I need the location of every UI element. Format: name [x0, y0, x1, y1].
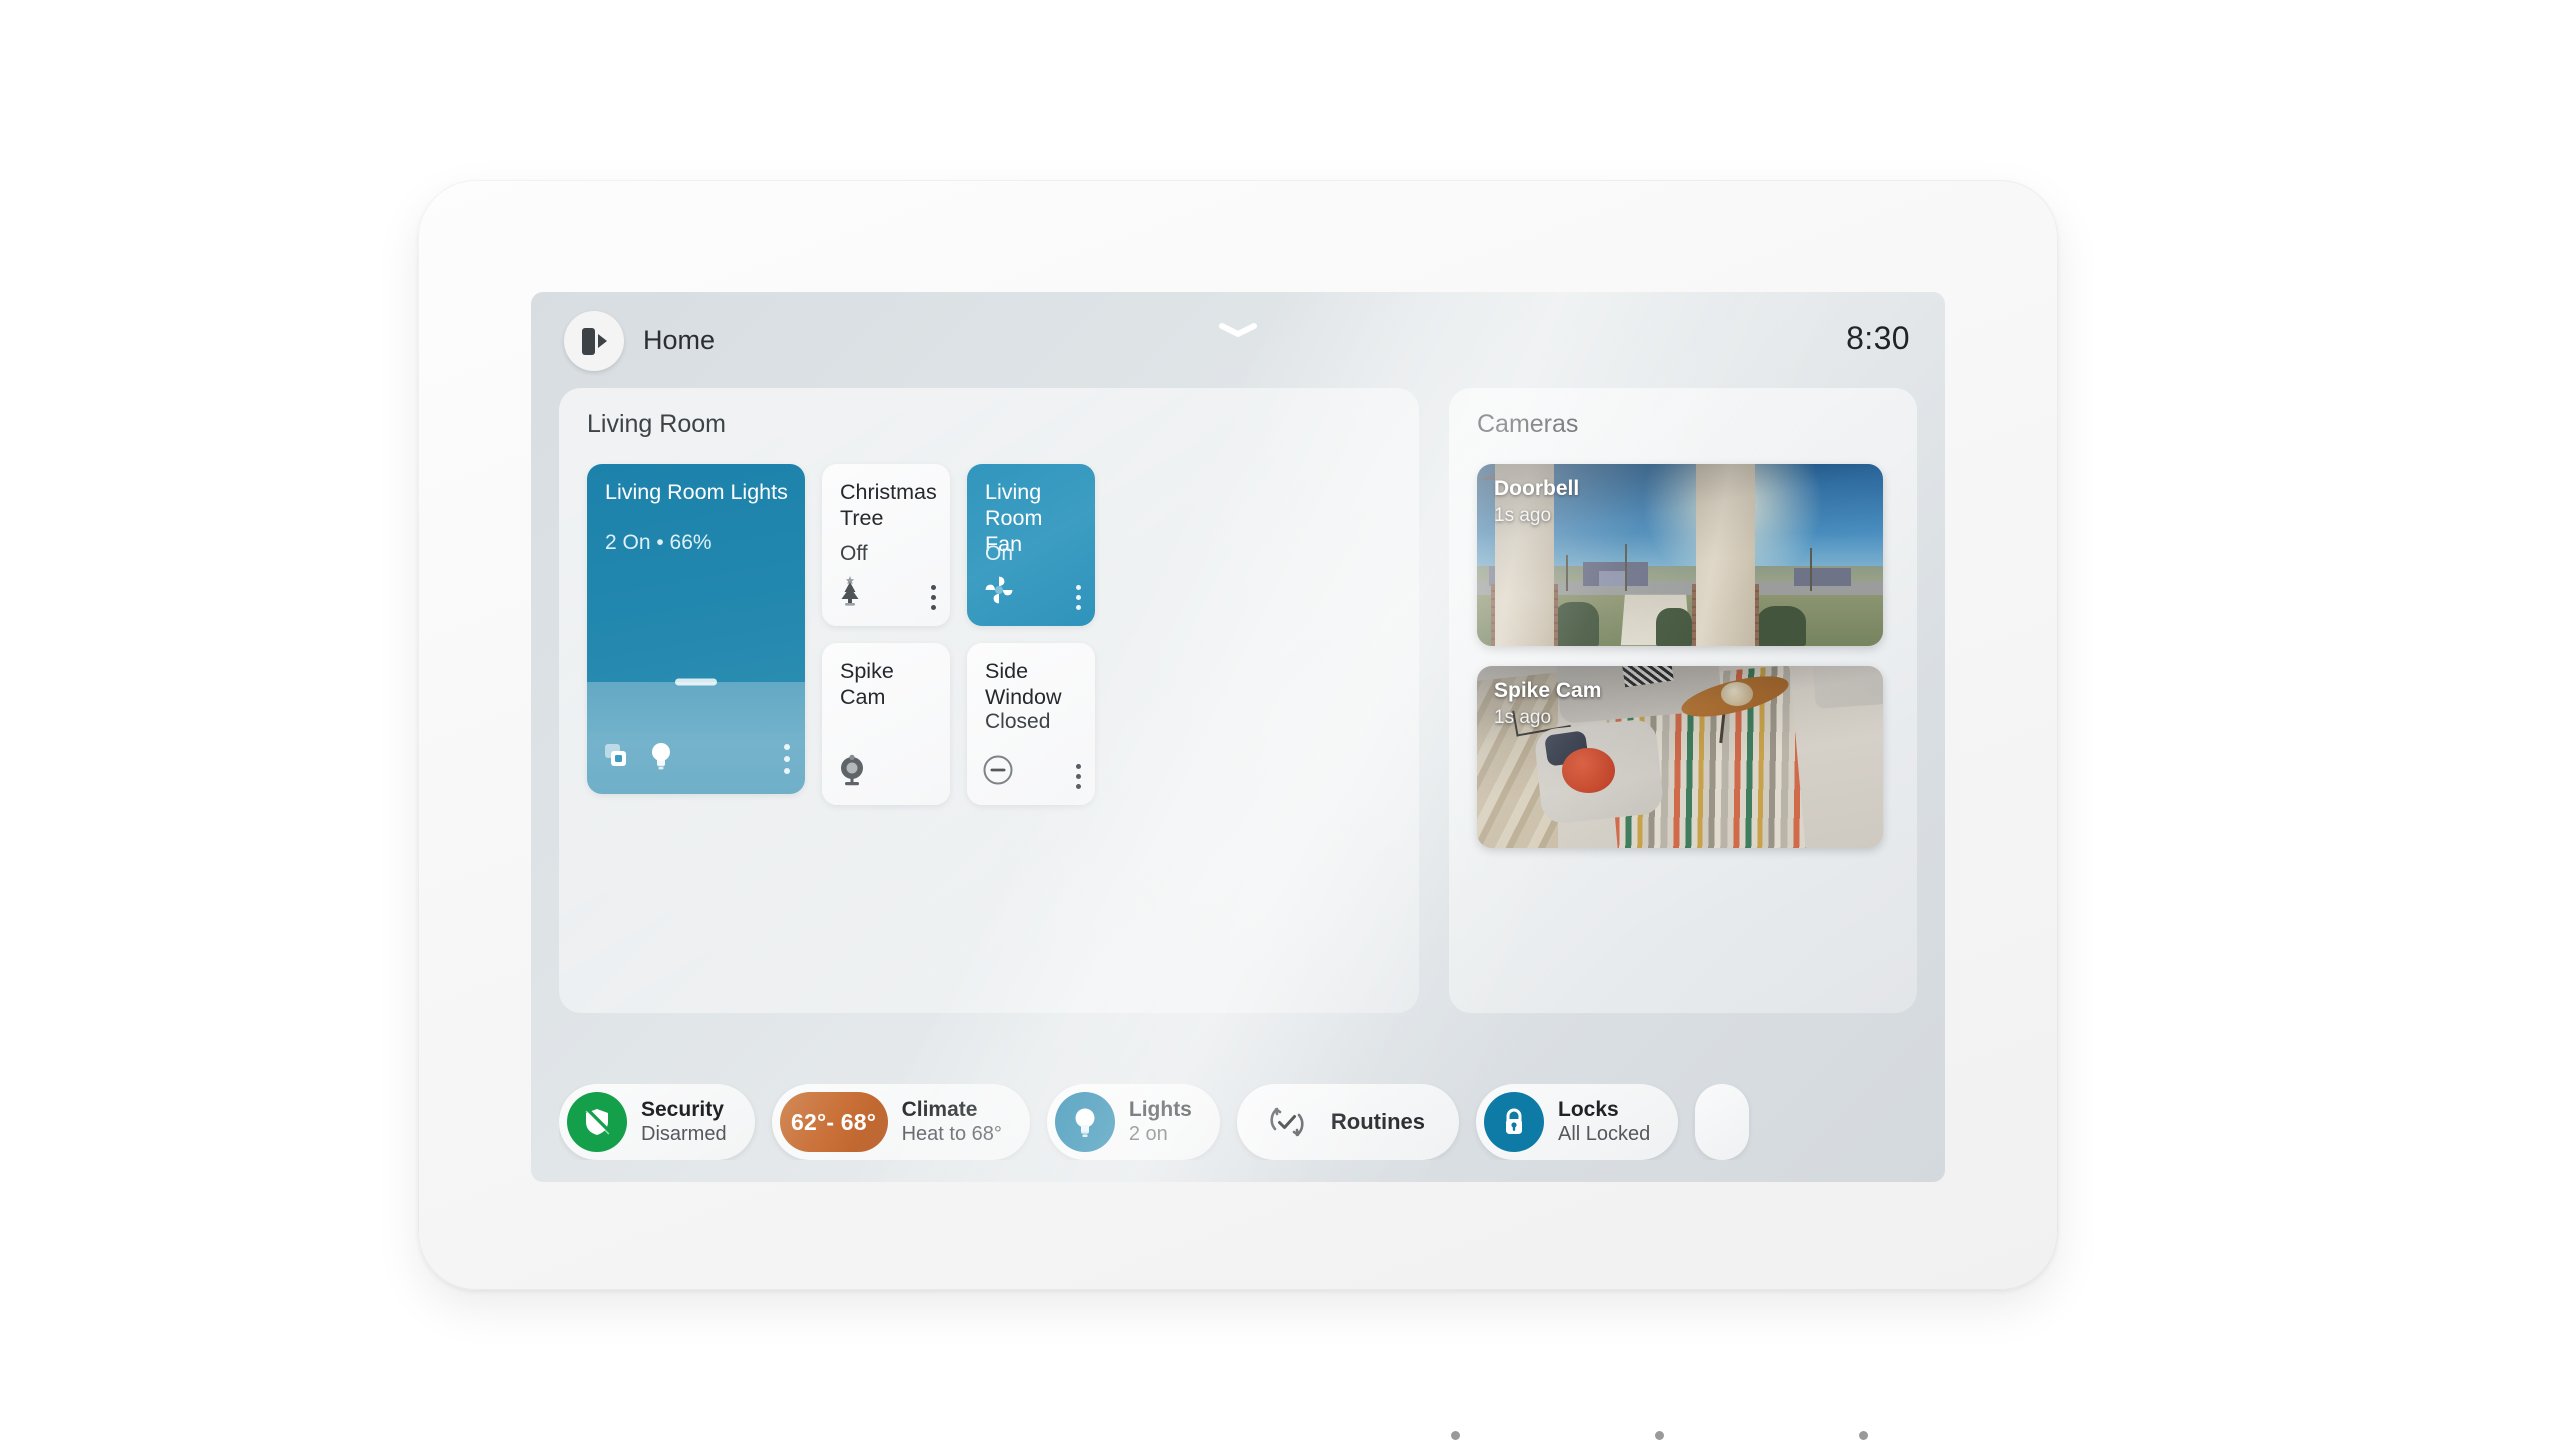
- camera-name: Spike Cam: [1494, 679, 1602, 702]
- fan-icon: [982, 573, 1016, 612]
- quick-controls-bar: Security Disarmed 62°- 68° Climate Heat …: [559, 1084, 1945, 1160]
- chip-lights[interactable]: Lights 2 on: [1046, 1084, 1220, 1160]
- contact-sensor-closed-icon: [982, 754, 1014, 791]
- camera-name: Doorbell: [1494, 477, 1580, 500]
- tile-living-room-fan[interactable]: Living Room Fan On: [967, 464, 1095, 626]
- chip-value: Disarmed: [641, 1122, 727, 1145]
- brightness-slider-handle[interactable]: [675, 678, 717, 686]
- living-room-tiles: Living Room Lights 2 On • 66% Christmas …: [587, 464, 1095, 805]
- living-room-title: Living Room: [587, 410, 726, 438]
- temperature-range-pill: 62°- 68°: [779, 1092, 888, 1152]
- webcam-icon: [837, 754, 867, 791]
- camera-card-doorbell[interactable]: Doorbell 1s ago: [1477, 464, 1883, 646]
- tile-icons: [603, 741, 674, 776]
- chip-routines[interactable]: Routines: [1236, 1084, 1459, 1160]
- tile-title: Spike Cam: [840, 659, 894, 709]
- cameras-title: Cameras: [1477, 410, 1579, 438]
- chip-value: Heat to 68°: [901, 1122, 1002, 1145]
- christmas-tree-icon: [837, 575, 863, 612]
- home-avatar-button[interactable]: [564, 311, 624, 371]
- temperature-range-badge: 62°- 68°: [790, 1108, 877, 1135]
- display-screen: Home 8:30 Living Room Living Room Lights…: [531, 292, 1945, 1182]
- brightness-track: [587, 681, 805, 794]
- chip-partial-next[interactable]: [1695, 1084, 1750, 1160]
- lock-closed-icon: [1484, 1092, 1544, 1152]
- tile-status: 2 On • 66%: [605, 531, 712, 554]
- chevron-down-icon[interactable]: [1216, 322, 1260, 338]
- camera-timestamp: 1s ago: [1494, 505, 1552, 526]
- chip-security[interactable]: Security Disarmed: [559, 1084, 755, 1160]
- cameras-panel: Cameras Doorbell 1s ago Spike Cam 1s ago: [1449, 388, 1917, 1013]
- clock: 8:30: [1846, 320, 1910, 356]
- tile-title: Side Window: [985, 659, 1062, 709]
- tile-living-room-lights[interactable]: Living Room Lights 2 On • 66%: [587, 464, 805, 794]
- camera-timestamp: 1s ago: [1494, 707, 1552, 728]
- home-door-icon: [581, 327, 607, 355]
- microphone-hole: [1451, 1431, 1460, 1440]
- microphone-hole: [1655, 1431, 1664, 1440]
- page-title: Home: [643, 325, 716, 355]
- camera-card-spike-cam[interactable]: Spike Cam 1s ago: [1477, 666, 1883, 848]
- microphone-hole: [1859, 1431, 1868, 1440]
- status-bar: Home 8:30: [531, 292, 1945, 380]
- tile-spike-cam[interactable]: Spike Cam: [822, 643, 950, 805]
- tile-title: Living Room Lights: [605, 480, 788, 504]
- lightbulb-icon: [1054, 1092, 1115, 1152]
- living-room-panel: Living Room Living Room Lights 2 On • 66…: [559, 388, 1419, 1013]
- tile-status: Closed: [985, 710, 1051, 733]
- tile-column-3: Living Room Fan On Side Window Closed: [967, 464, 1095, 805]
- chip-label: Routines: [1330, 1109, 1425, 1135]
- chip-value: All Locked: [1558, 1122, 1651, 1145]
- chip-label: Security: [641, 1098, 724, 1122]
- partial-chip-icon: [1709, 1092, 1749, 1152]
- chip-label: Climate: [901, 1098, 978, 1122]
- tile-christmas-tree[interactable]: Christmas Tree Off: [822, 464, 950, 626]
- tile-status: On: [985, 542, 1014, 565]
- tile-overflow-menu[interactable]: [931, 585, 936, 610]
- group-stack-icon[interactable]: [603, 741, 633, 776]
- tile-title: Christmas Tree: [840, 480, 937, 530]
- tile-side-window[interactable]: Side Window Closed: [967, 643, 1095, 805]
- screenshot-root: Home 8:30 Living Room Living Room Lights…: [0, 0, 2560, 1441]
- tile-overflow-menu[interactable]: [1076, 585, 1081, 610]
- tile-column-2: Christmas Tree Off Spike Cam: [822, 464, 950, 805]
- chip-value: 2 on: [1128, 1122, 1168, 1145]
- tile-status: Off: [840, 542, 868, 565]
- chip-label: Lights: [1128, 1098, 1192, 1122]
- main-content: Living Room Living Room Lights 2 On • 66…: [559, 388, 1917, 1060]
- chip-locks[interactable]: Locks All Locked: [1476, 1084, 1679, 1160]
- lightbulb-icon[interactable]: [648, 741, 674, 776]
- routines-check-icon: [1257, 1092, 1317, 1152]
- tile-overflow-menu[interactable]: [784, 744, 790, 774]
- chip-climate[interactable]: 62°- 68° Climate Heat to 68°: [771, 1084, 1030, 1160]
- shield-slash-icon: [567, 1092, 627, 1152]
- chip-label: Locks: [1558, 1098, 1619, 1122]
- camera-feed-list: Doorbell 1s ago Spike Cam 1s ago: [1477, 464, 1883, 848]
- tile-overflow-menu[interactable]: [1076, 764, 1081, 789]
